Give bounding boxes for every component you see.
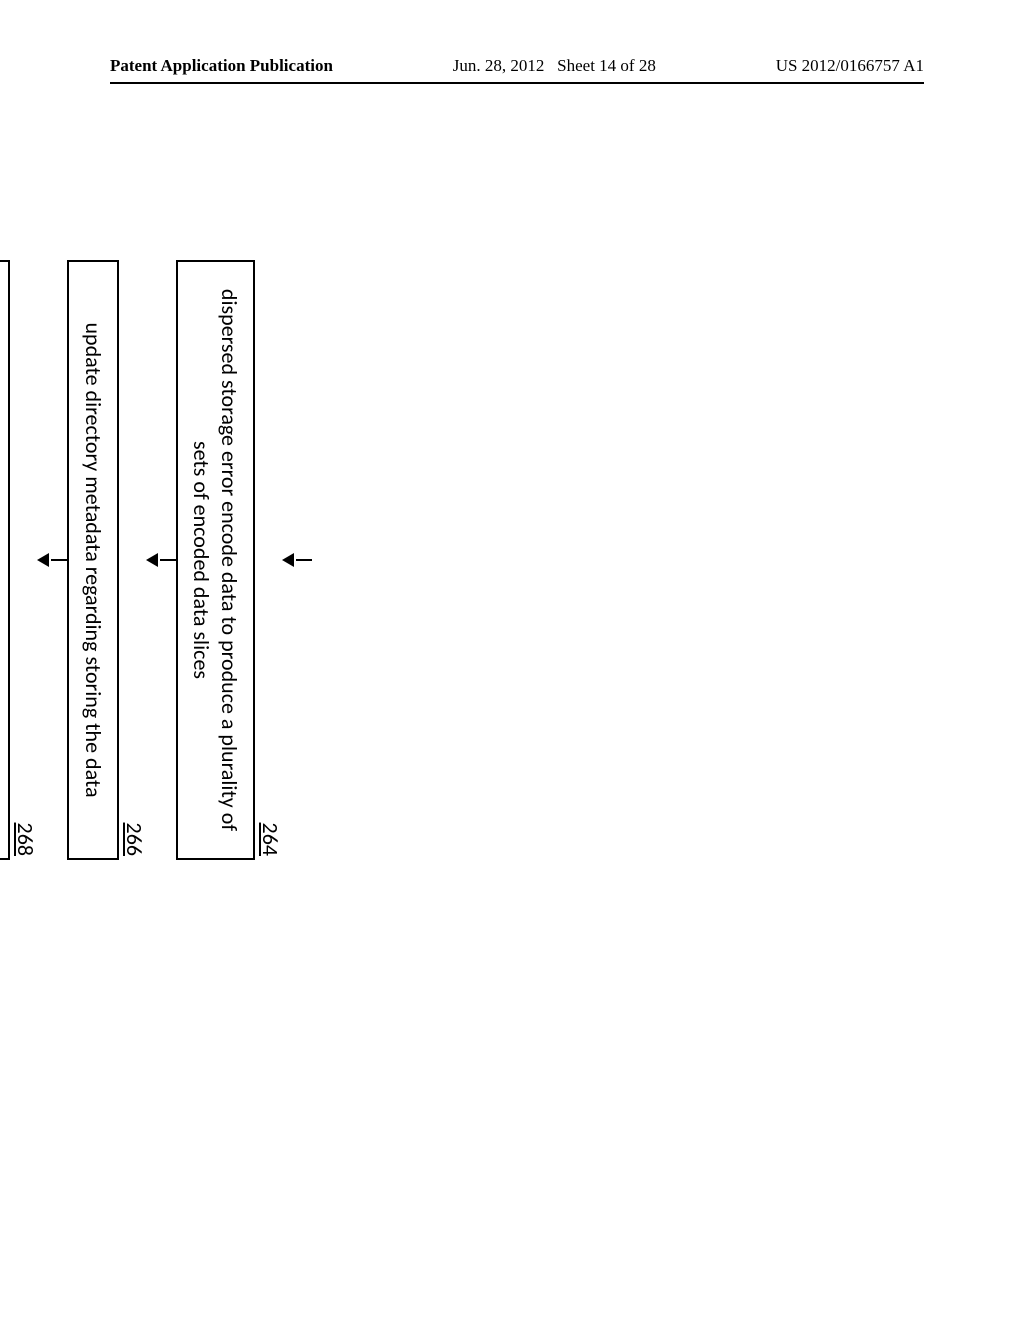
step-number: 264 [257,823,284,860]
arrow-icon [38,260,68,860]
flow-step: update directory metadata regarding stor… [68,260,120,860]
step-number: 268 [13,823,40,860]
arrow-icon [146,260,176,860]
page: Patent Application Publication Jun. 28, … [0,0,1024,1320]
header-sheet: Sheet 14 of 28 [557,56,656,75]
flowchart: 264 dispersed storage error encode data … [0,260,312,860]
step-number: 266 [121,823,148,860]
figure-14a: 264 dispersed storage error encode data … [0,260,312,860]
header-pub-number: US 2012/0166757 A1 [776,56,924,76]
header-date-sheet: Jun. 28, 2012 Sheet 14 of 28 [453,56,656,76]
header-publication: Patent Application Publication [110,56,333,76]
arrow-icon [282,260,312,860]
page-header: Patent Application Publication Jun. 28, … [110,56,924,84]
header-date: Jun. 28, 2012 [453,56,545,75]
flow-step: dispersed storage error encode data to p… [176,260,255,860]
flow-step: dispersed storage error encode the updat… [0,260,11,860]
